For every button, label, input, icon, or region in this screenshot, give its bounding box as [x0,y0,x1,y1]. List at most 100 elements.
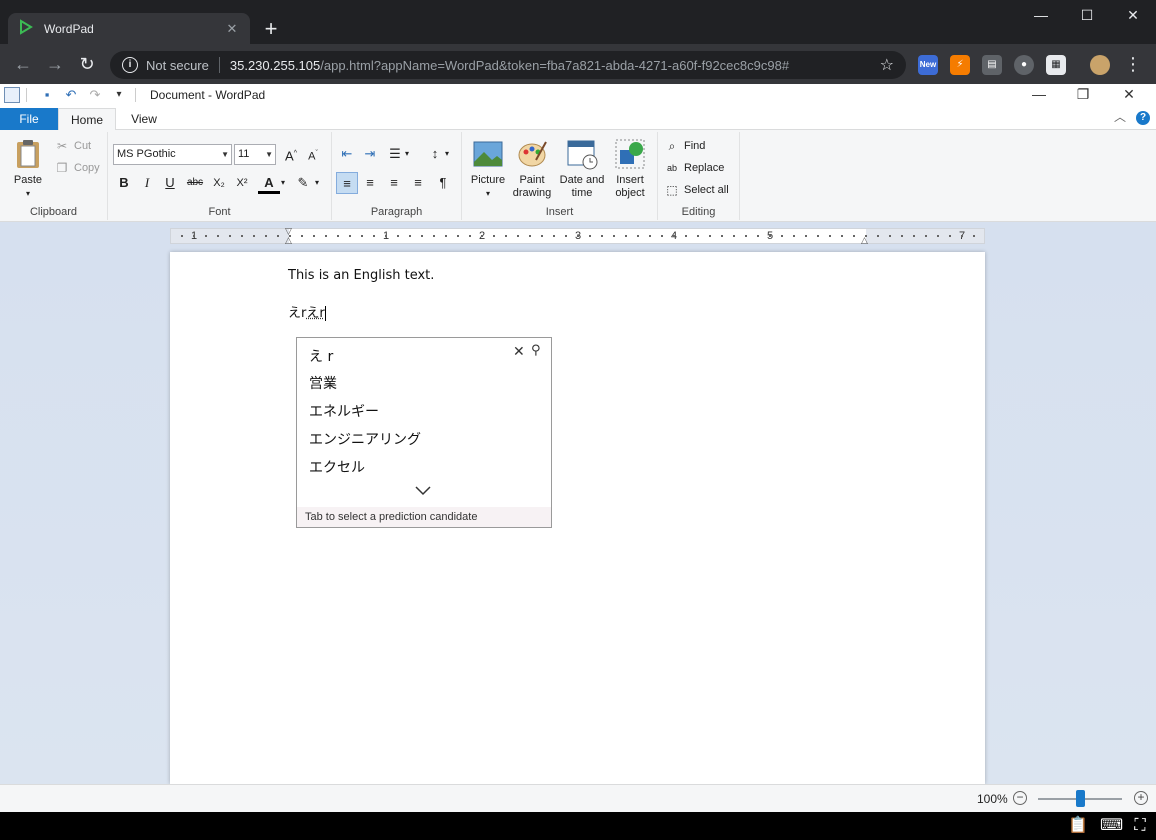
keyboard-icon[interactable]: ⌨ [1100,816,1123,836]
extension-orange-icon[interactable]: ⚡ [950,55,970,75]
ime-search-icon[interactable]: ⚲ [531,343,541,358]
tab-file[interactable]: File [0,108,58,130]
zoom-in-icon[interactable]: + [1134,791,1148,805]
shrink-font-icon[interactable]: Aˇ [302,143,324,165]
line-spacing-dropdown-icon[interactable]: ▾ [442,143,452,165]
tab-home[interactable]: Home [58,108,116,131]
highlight-icon[interactable]: ✎ [292,172,314,194]
bullet-list-dropdown-icon[interactable]: ▾ [402,143,412,165]
ruler-tick [925,235,927,237]
ruler[interactable]: 1 1 2 3 4 5 7 ▽ △ △ [170,226,985,246]
justify-icon[interactable]: ≡ [407,172,429,194]
forward-icon[interactable]: → [42,51,68,77]
wordpad-close-icon[interactable]: ✕ [1106,84,1152,106]
extension-printer-icon[interactable]: ▤ [982,55,1002,75]
profile-avatar[interactable] [1090,55,1110,75]
align-center-icon[interactable]: ≡ [359,172,381,194]
ruler-tick [505,235,507,237]
redo-icon[interactable]: ↷ [85,86,105,104]
ime-candidate[interactable]: エンジニアリング [309,429,421,449]
paragraph-settings-icon[interactable]: ¶ [432,172,454,194]
picture-dropdown-icon[interactable]: ▾ [466,187,510,200]
picture-label: Picture [470,174,506,186]
ime-candidate-window: え r ✕ ⚲ 営業 エネルギー エンジニアリング エクセル Tab to se… [296,337,552,528]
title-divider [135,88,136,102]
align-right-icon[interactable]: ≡ [383,172,405,194]
picture-button[interactable]: Picture ▾ [466,138,510,200]
zoom-out-icon[interactable]: − [1013,791,1027,805]
back-icon[interactable]: ← [10,51,36,77]
new-tab-button[interactable]: + [258,17,284,43]
increase-indent-icon[interactable]: ⇥ [359,143,381,165]
wordpad-minimize-icon[interactable]: — [1016,84,1062,106]
ruler-tick [577,235,579,237]
text-color-icon[interactable]: A [258,172,280,194]
ruler-tick [829,235,831,237]
font-family-dropdown-icon[interactable]: ▼ [221,145,229,164]
date-time-button[interactable]: Date and time [556,138,608,200]
browser-tabbar: WordPad ✕ + — ☐ ✕ [0,0,1156,44]
tab-close-icon[interactable]: ✕ [224,21,240,37]
left-indent-marker[interactable]: △ [285,235,292,246]
bold-icon[interactable]: B [113,172,135,194]
font-size-select[interactable]: 11 ▼ [234,144,276,165]
copy-button[interactable]: ❐ Copy [54,158,100,178]
browser-tab[interactable]: WordPad ✕ [8,13,250,44]
right-indent-marker[interactable]: △ [861,235,868,246]
underline-icon[interactable]: U [159,172,181,194]
ime-candidate[interactable]: エクセル [309,457,365,477]
info-icon[interactable]: i [122,57,138,73]
ime-close-icon[interactable]: ✕ [513,344,525,360]
grow-font-icon[interactable]: A^ [280,143,302,165]
zoom-slider-thumb[interactable] [1076,790,1085,807]
ruler-tick [733,235,735,237]
cut-button[interactable]: ✂ Cut [54,136,91,156]
strikethrough-icon[interactable]: abc [184,172,206,194]
decrease-indent-icon[interactable]: ⇤ [336,143,358,165]
tab-view[interactable]: View [118,108,170,131]
ime-candidate[interactable]: 営業 [309,373,337,393]
paste-dropdown-icon[interactable]: ▾ [8,187,48,200]
select-all-button[interactable]: ⬚ Select all [664,180,728,200]
italic-icon[interactable]: I [136,172,158,194]
undo-icon[interactable]: ↶ [61,86,81,104]
extension-qr-icon[interactable]: ▦ [1046,55,1066,75]
customize-quick-access-icon[interactable]: ▾ [109,86,129,104]
zoom-level: 100% [977,792,1008,806]
fullscreen-icon[interactable]: ⛶ [1130,816,1150,836]
wordpad-restore-icon[interactable]: ❐ [1060,84,1106,106]
close-window-icon[interactable]: ✕ [1110,0,1156,30]
font-size-dropdown-icon[interactable]: ▼ [265,145,273,164]
insert-object-button[interactable]: Insert object [608,138,652,200]
superscript-icon[interactable]: X² [231,172,253,194]
ime-candidate[interactable]: エネルギー [309,401,379,421]
extension-new-icon[interactable]: New [918,55,938,75]
replace-button[interactable]: ab Replace [664,158,724,178]
browser-menu-icon[interactable]: ⋮ [1120,51,1146,77]
extension-circle-icon[interactable]: ● [1014,55,1034,75]
paste-button[interactable]: Paste ▾ [8,138,48,200]
document-page[interactable]: This is an English text. えrえr [170,252,985,784]
ime-expand-icon[interactable] [415,484,431,500]
reload-icon[interactable]: ↻ [74,51,100,77]
font-group-label: Font [208,206,231,218]
subscript-icon[interactable]: X₂ [208,172,230,194]
save-icon[interactable]: ▪ [37,86,57,104]
maximize-window-icon[interactable]: ☐ [1064,0,1110,30]
find-button[interactable]: ⌕ Find [664,136,706,156]
bookmark-star-icon[interactable]: ☆ [880,55,894,75]
text-color-dropdown-icon[interactable]: ▾ [278,172,288,194]
wordpad-app-icon[interactable] [4,87,20,103]
help-icon[interactable]: ? [1136,111,1150,125]
collapse-ribbon-icon[interactable]: ︿ [1114,108,1126,125]
address-bar[interactable]: i Not secure 35.230.255.105 /app.html?ap… [110,51,906,79]
font-family-select[interactable]: MS PGothic ▼ [113,144,232,165]
align-left-icon[interactable]: ≡ [336,172,358,194]
find-label: Find [684,140,706,152]
highlight-dropdown-icon[interactable]: ▾ [312,172,322,194]
paint-drawing-button[interactable]: Paint drawing [510,138,554,200]
ribbon-tabs: File Home View ︿ ? [0,106,1156,131]
picture-icon [472,138,504,170]
clipboard-icon[interactable]: 📋 [1068,816,1088,836]
minimize-window-icon[interactable]: — [1018,0,1064,30]
